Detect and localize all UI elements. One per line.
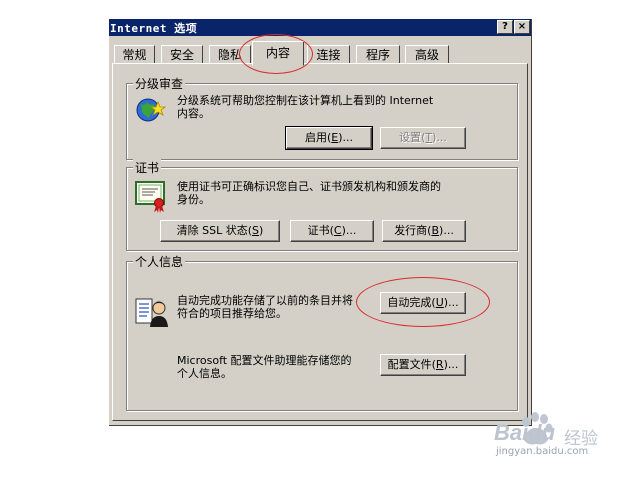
publishers-button[interactable]: 发行商(B)... — [382, 220, 466, 242]
profile-description-line2: 个人信息。 — [177, 367, 232, 380]
clear-ssl-button-accesskey: S — [252, 224, 260, 237]
close-button[interactable]: × — [514, 20, 530, 34]
profile-card-icon — [135, 298, 168, 327]
clear-ssl-button-tail: ) — [259, 224, 264, 237]
publishers-button-accesskey: B — [431, 224, 440, 237]
tab-general[interactable]: 常规 — [114, 45, 155, 64]
tab-content[interactable]: 内容 — [252, 41, 304, 66]
personal-info-title: 个人信息 — [133, 253, 186, 270]
autocomplete-button[interactable]: 自动完成(U)... — [380, 292, 466, 314]
certificates-button[interactable]: 证书(C)... — [290, 220, 374, 242]
profile-button-label: 配置文件( — [387, 358, 436, 371]
settings-button-tail: )... — [432, 131, 447, 144]
clear-ssl-state-button[interactable]: 清除 SSL 状态(S) — [160, 220, 280, 242]
enable-button-tail: )... — [338, 131, 354, 144]
autocomplete-description-line1: 自动完成功能存储了以前的条目并将 — [177, 294, 353, 307]
tab-programs[interactable]: 程序 — [356, 45, 400, 64]
settings-button[interactable]: 设置(T)... — [380, 127, 466, 149]
content-advisor-title: 分级审查 — [133, 75, 186, 92]
enable-button-label: 启用( — [304, 131, 332, 144]
content-advisor-description-line1: 分级系统可帮助您控制在该计算机上看到的 Internet — [177, 94, 434, 107]
autocomplete-button-label: 自动完成( — [387, 296, 436, 309]
autocomplete-button-accesskey: U — [435, 296, 444, 309]
autocomplete-button-tail: )... — [443, 296, 459, 309]
baidu-jingyan-watermark: Baidu 经验 jingyan.baidu.com — [494, 410, 624, 462]
certificates-description-line2: 身份。 — [177, 193, 210, 206]
tab-advanced[interactable]: 高级 — [405, 45, 449, 64]
profile-button-accesskey: R — [435, 358, 444, 371]
watermark-url: jingyan.baidu.com — [496, 446, 589, 457]
certificates-button-accesskey: C — [333, 224, 342, 237]
profile-description-line1: Microsoft 配置文件助理能存储您的 — [177, 354, 352, 367]
tab-privacy[interactable]: 隐私 — [209, 45, 251, 64]
internet-options-window: Internet 选项 ? × 常规 安全 隐私 内容 连接 程序 高级 分级审… — [109, 19, 532, 426]
autocomplete-description-line2: 符合的项目推荐给您。 — [177, 307, 287, 320]
window-title: Internet 选项 — [110, 22, 198, 35]
certificate-icon — [135, 181, 165, 213]
watermark-brand: Baidu — [494, 420, 556, 445]
settings-button-label: 设置( — [399, 131, 426, 144]
tab-security[interactable]: 安全 — [161, 45, 203, 64]
tab-connections[interactable]: 连接 — [307, 45, 350, 64]
content-advisor-globe-icon — [136, 98, 167, 122]
content-advisor-group: 分级审查 分级系统可帮助您控制在该计算机上看到的 Internet 内容。 启用… — [126, 75, 518, 160]
publishers-button-tail: )... — [439, 224, 454, 237]
content-tab-panel: 分级审查 分级系统可帮助您控制在该计算机上看到的 Internet 内容。 启用… — [112, 63, 528, 421]
publishers-button-label: 发行商( — [394, 224, 432, 237]
certificates-group: 证书 使用证书可正确标识您自己、证书颁发机构和颁发商的 身份。 清除 SSL 状… — [126, 159, 518, 251]
certificates-title: 证书 — [133, 159, 162, 176]
certificates-button-label: 证书( — [307, 224, 334, 237]
profile-button[interactable]: 配置文件(R)... — [380, 354, 466, 376]
content-advisor-description-line2: 内容。 — [177, 107, 210, 120]
help-button[interactable]: ? — [497, 20, 513, 34]
title-bar[interactable]: Internet 选项 ? × — [109, 19, 531, 36]
certificates-description-line1: 使用证书可正确标识您自己、证书颁发机构和颁发商的 — [177, 180, 441, 193]
certificates-button-tail: )... — [341, 224, 357, 237]
clear-ssl-button-label: 清除 SSL 状态( — [176, 224, 253, 237]
personal-info-group: 个人信息 自动完成功能存储了以前的条目并将 符合的项目推荐给您。 自动完成(U)… — [126, 253, 518, 411]
profile-button-tail: )... — [443, 358, 459, 371]
enable-button[interactable]: 启用(E)... — [285, 126, 373, 150]
